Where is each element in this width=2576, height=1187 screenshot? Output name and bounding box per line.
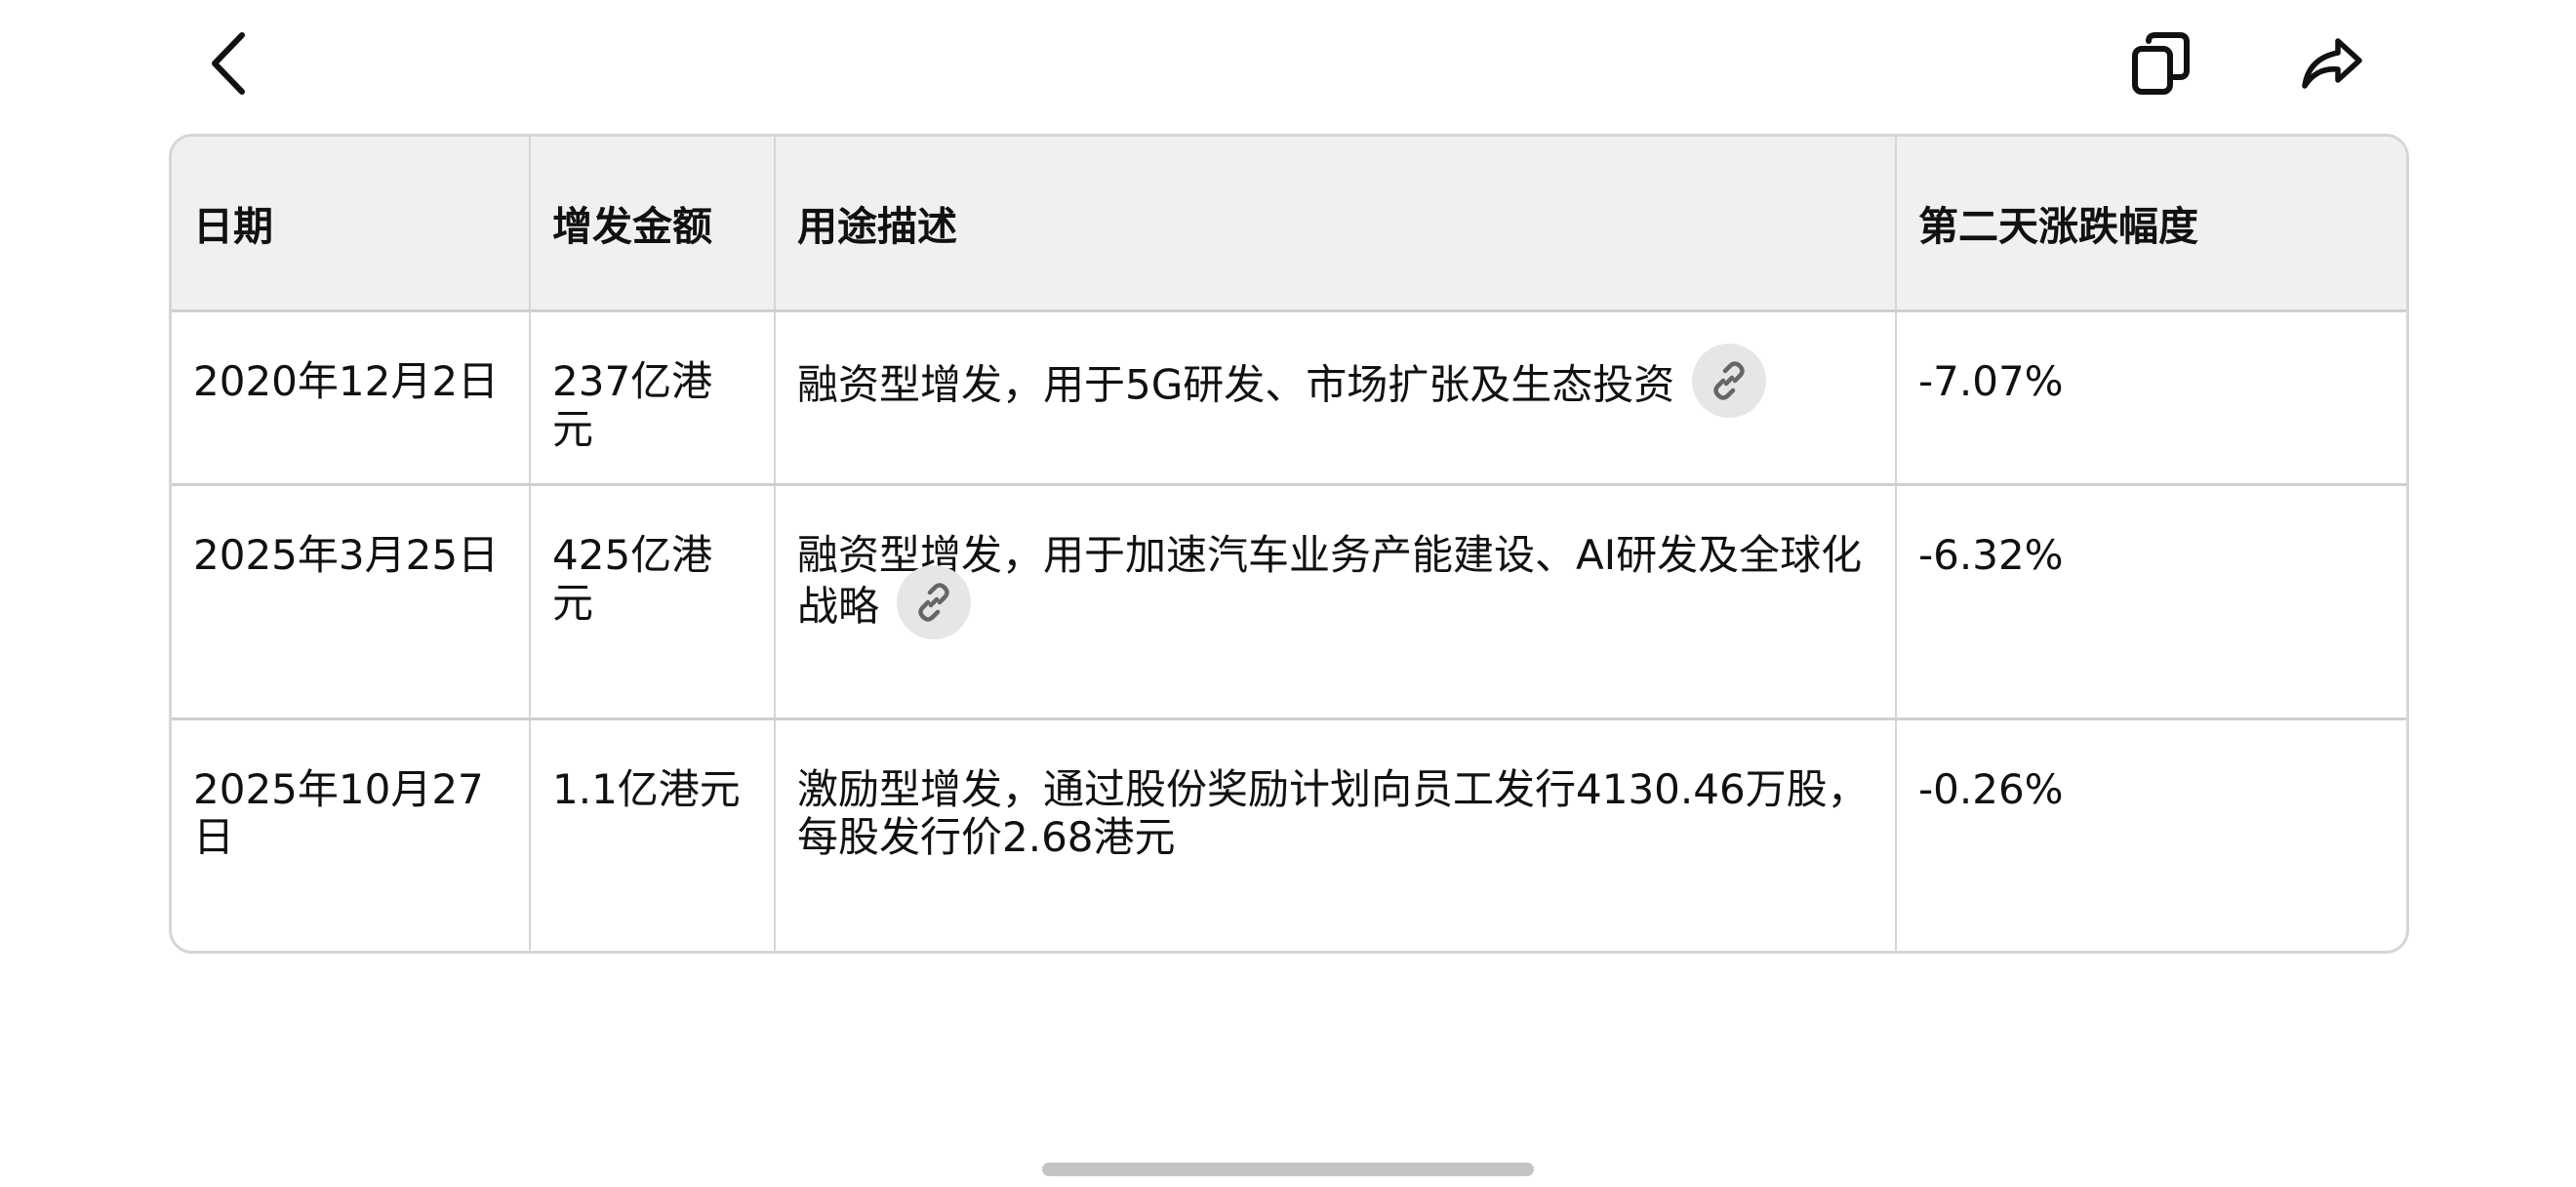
cell-description: 融资型增发，用于5G研发、市场扩张及生态投资 — [775, 310, 1897, 486]
cell-change: -0.26% — [1918, 764, 2064, 813]
copy-button[interactable] — [2117, 20, 2205, 107]
header-date: 日期 — [172, 137, 531, 312]
table-row: 2025年10月27日 1.1亿港元 激励型增发，通过股份奖励计划向员工发行41… — [172, 718, 2406, 951]
table-row: 2020年12月2日 237亿港元 融资型增发，用于5G研发、市场扩张及生态投资… — [172, 310, 2406, 486]
cell-amount: 237亿港元 — [530, 310, 776, 486]
cell-amount: 425亿港元 — [530, 484, 776, 720]
source-link-button[interactable] — [1692, 343, 1767, 418]
share-forward-icon — [2302, 38, 2362, 89]
cell-amount: 1.1亿港元 — [530, 718, 776, 951]
copy-icon — [2132, 32, 2190, 95]
source-link-button[interactable] — [897, 564, 972, 639]
table-header-row: 日期 增发金额 用途描述 第二天涨跌幅度 — [172, 137, 2406, 312]
cell-description: 融资型增发，用于加速汽车业务产能建设、AI研发及全球化战略 — [775, 484, 1897, 720]
back-button[interactable] — [185, 20, 273, 107]
home-indicator[interactable] — [1042, 1163, 1534, 1176]
link-icon — [1713, 360, 1746, 400]
header-amount: 增发金额 — [530, 137, 776, 312]
share-issuance-table: 日期 增发金额 用途描述 第二天涨跌幅度 2020年12月2日 237亿港元 融… — [172, 137, 2406, 951]
cell-change: -6.32% — [1896, 484, 2406, 720]
header-next-day-change: 第二天涨跌幅度 — [1896, 137, 2406, 312]
description-text: 激励型增发，通过股份奖励计划向员工发行4130.46万股，每股发行价2.68港元 — [797, 764, 1869, 861]
cell-date: 2025年3月25日 — [172, 484, 531, 720]
chevron-left-icon — [212, 32, 245, 95]
cell-description: 激励型增发，通过股份奖励计划向员工发行4130.46万股，每股发行价2.68港元 — [775, 718, 1897, 951]
share-button[interactable] — [2288, 20, 2376, 107]
header-description: 用途描述 — [775, 137, 1897, 312]
link-icon — [918, 582, 949, 622]
cell-change: -7.07% — [1896, 310, 2406, 486]
table-row: 2025年3月25日 425亿港元 融资型增发，用于加速汽车业务产能建设、AI研… — [172, 484, 2406, 720]
cell-date: 2025年10月27日 — [172, 718, 531, 951]
description-text: 融资型增发，用于5G研发、市场扩张及生态投资 — [797, 360, 1675, 408]
cell-date: 2020年12月2日 — [172, 310, 531, 486]
data-table-card: 日期 增发金额 用途描述 第二天涨跌幅度 2020年12月2日 237亿港元 融… — [169, 134, 2409, 954]
